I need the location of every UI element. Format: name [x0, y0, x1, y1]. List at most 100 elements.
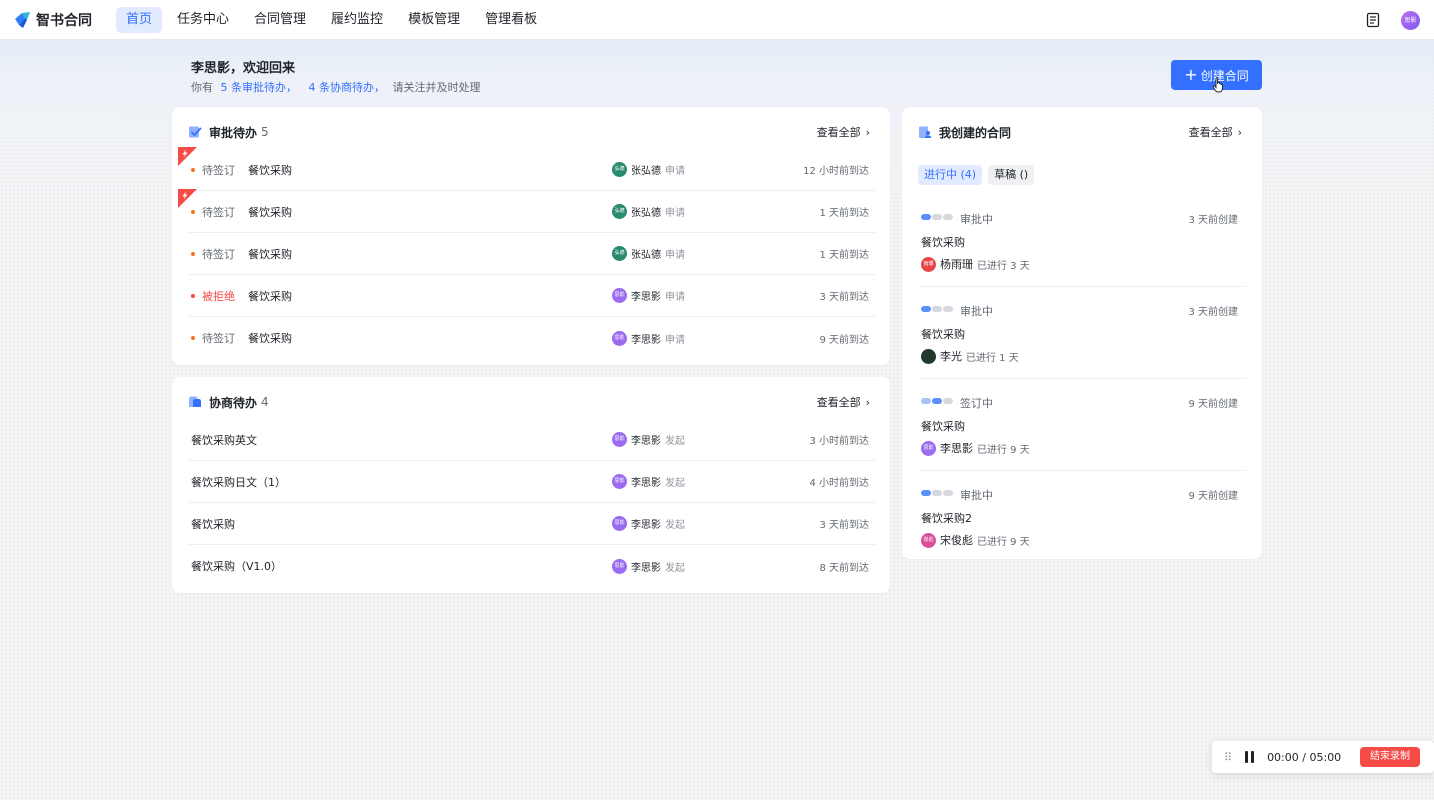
- recording-time: 00:00 / 05:00: [1267, 751, 1341, 764]
- contract-status: 审批中: [960, 305, 993, 318]
- welcome-subtitle: 你有 5 条审批待办， 4 条协商待办， 请关注并及时处理: [191, 79, 481, 95]
- document-icon[interactable]: [1365, 12, 1381, 28]
- elapsed-time: 00:00: [1267, 750, 1299, 764]
- nav-performance-monitoring[interactable]: 履约监控: [321, 7, 393, 33]
- welcome-prefix: 你有: [191, 81, 213, 94]
- negotiations-title: 协商待办: [209, 395, 258, 410]
- avatar: 思影: [921, 440, 936, 456]
- owner-name: 李思影: [940, 442, 973, 455]
- tab-in-progress[interactable]: 进行中 (4): [918, 165, 983, 185]
- approval-row[interactable]: 待签订 餐饮采购 思影 李思影 申请 9 天前到达: [189, 317, 875, 359]
- tab-drafts[interactable]: 草稿 (): [988, 165, 1035, 185]
- approvals-view-all[interactable]: 查看全部 ›: [817, 124, 870, 140]
- my-contracts-view-all[interactable]: 查看全部 ›: [1189, 124, 1242, 140]
- negotiations-view-all[interactable]: 查看全部 ›: [817, 394, 870, 410]
- nav-template-management[interactable]: 模板管理: [398, 7, 470, 33]
- avatar: 思影: [612, 288, 627, 303]
- avatar: 弘德: [612, 204, 627, 219]
- arrival-time: 4 小时前到达: [809, 478, 869, 489]
- applicant-name: 李思影: [631, 334, 661, 346]
- negotiation-row[interactable]: 餐饮采购日文（1） 思影 李思影 发起 4 小时前到达: [189, 461, 875, 503]
- app-logo[interactable]: 智书合同: [13, 10, 116, 30]
- created-time: 9 天前创建: [1188, 399, 1238, 410]
- approvals-title: 审批待办: [209, 125, 258, 140]
- approval-item-name: 餐饮采购: [248, 247, 292, 261]
- avatar: 弘德: [612, 246, 627, 261]
- action-label: 发起: [665, 520, 685, 531]
- contract-tabs: 进行中 (4) 草稿 (): [918, 165, 1040, 185]
- approval-row[interactable]: 待签订 餐饮采购 弘德 张弘德 申请 1 天前到达: [178, 189, 875, 233]
- nav-management-dashboard[interactable]: 管理看板: [475, 7, 547, 33]
- view-all-label: 查看全部: [1188, 126, 1233, 139]
- action-label: 发起: [665, 478, 685, 489]
- status-dot: [191, 167, 195, 172]
- arrival-time: 12 小时前到达: [803, 166, 869, 177]
- approval-row[interactable]: 待签订 餐饮采购 弘德 张弘德 申请 1 天前到达: [189, 233, 875, 275]
- stage-progress: [921, 490, 954, 496]
- nav-task-center[interactable]: 任务中心: [167, 7, 239, 33]
- negotiation-chat-icon: [189, 396, 201, 407]
- negotiation-item-name: 餐饮采购: [191, 517, 235, 531]
- owner-name: 李光: [940, 350, 962, 363]
- action-label: 申请: [665, 334, 685, 346]
- created-time: 9 天前创建: [1188, 491, 1238, 502]
- nav-contract-management[interactable]: 合同管理: [244, 7, 316, 33]
- approval-item-name: 餐饮采购: [248, 289, 292, 303]
- applicant-name: 李思影: [631, 292, 661, 303]
- action-label: 申请: [665, 166, 685, 177]
- pause-icon[interactable]: [1245, 751, 1257, 763]
- elapsed-days: 已进行 9 天: [977, 444, 1030, 456]
- nav-home[interactable]: 首页: [116, 6, 163, 33]
- applicant-name: 张弘德: [631, 250, 661, 261]
- negotiation-row[interactable]: 餐饮采购（V1.0） 思影 李思影 发起 8 天前到达: [189, 545, 875, 587]
- stage-progress: [921, 306, 954, 312]
- initiator-name: 李思影: [631, 520, 661, 531]
- contract-item[interactable]: 审批中 9 天前创建 餐饮采购2 俊彪 宋俊彪 已进行 9 天: [918, 471, 1246, 563]
- plus-icon: +: [1184, 65, 1198, 84]
- negotiation-row[interactable]: 餐饮采购英文 思影 李思影 发起 3 小时前到达: [189, 419, 875, 461]
- avatar: 思影: [612, 474, 627, 489]
- contract-name: 餐饮采购2: [921, 512, 972, 525]
- screen-recorder-bar: ⠿ 00:00 / 05:00 结束录制: [1212, 741, 1434, 773]
- elapsed-days: 已进行 3 天: [977, 260, 1030, 272]
- negotiations-card: 协商待办 4 查看全部 › 餐饮采购英文 思影 李思影 发起 3 小时前到达 餐饮采…: [172, 377, 890, 593]
- approvals-link[interactable]: 5 条审批待办，: [221, 81, 298, 94]
- top-nav: 智书合同 首页 任务中心 合同管理 履约监控 模板管理 管理看板 思影: [0, 0, 1434, 40]
- drag-handle-icon[interactable]: ⠿: [1224, 751, 1232, 764]
- created-time: 3 天前创建: [1188, 215, 1238, 226]
- contract-item[interactable]: 签订中 9 天前创建 餐饮采购 思影 李思影 已进行 9 天: [918, 379, 1246, 471]
- avatar: 思影: [612, 330, 627, 346]
- arrival-time: 1 天前到达: [819, 208, 869, 219]
- arrival-time: 1 天前到达: [819, 250, 869, 261]
- elapsed-days: 已进行 9 天: [977, 536, 1030, 548]
- status-dot: [191, 336, 195, 340]
- stop-recording-button[interactable]: 结束录制: [1360, 747, 1420, 767]
- avatar: 弘德: [612, 162, 627, 177]
- stage-progress: [921, 398, 954, 404]
- negotiations-count: 4: [261, 395, 269, 409]
- approvals-list: 待签订 餐饮采购 弘德 张弘德 申请 12 小时前到达 待签订 餐饮采购 弘德 张弘德…: [178, 147, 875, 359]
- urgent-flag-icon: [178, 147, 197, 166]
- negotiation-row[interactable]: 餐饮采购 思影 李思影 发起 3 天前到达: [189, 503, 875, 545]
- arrival-time: 3 天前到达: [819, 520, 869, 531]
- approval-status: 待签订: [202, 247, 235, 261]
- contract-item[interactable]: 审批中 3 天前创建 餐饮采购 李光 已进行 1 天: [918, 287, 1246, 379]
- owner-name: 宋俊彪: [940, 534, 973, 547]
- contract-item[interactable]: 审批中 3 天前创建 餐饮采购 雨珊 杨雨珊 已进行 3 天: [918, 195, 1246, 287]
- arrival-time: 9 天前到达: [819, 334, 869, 346]
- welcome-suffix: 请关注并及时处理: [392, 81, 481, 94]
- approval-row[interactable]: 待签订 餐饮采购 弘德 张弘德 申请 12 小时前到达: [178, 147, 875, 191]
- user-avatar[interactable]: 思影: [1401, 10, 1420, 30]
- chevron-right-icon: ›: [865, 125, 870, 139]
- negotiations-link[interactable]: 4 条协商待办，: [309, 81, 386, 94]
- logo-icon: [15, 11, 30, 28]
- urgent-flag-icon: [178, 189, 197, 208]
- contract-name: 餐饮采购: [921, 236, 965, 249]
- approval-row[interactable]: 被拒绝 餐饮采购 思影 李思影 申请 3 天前到达: [189, 275, 875, 317]
- approval-item-name: 餐饮采购: [248, 163, 292, 177]
- initiator-name: 李思影: [631, 478, 661, 489]
- contract-status: 审批中: [960, 213, 993, 226]
- approvals-count: 5: [261, 125, 269, 139]
- action-label: 申请: [665, 250, 685, 261]
- negotiation-item-name: 餐饮采购日文（1）: [191, 475, 286, 489]
